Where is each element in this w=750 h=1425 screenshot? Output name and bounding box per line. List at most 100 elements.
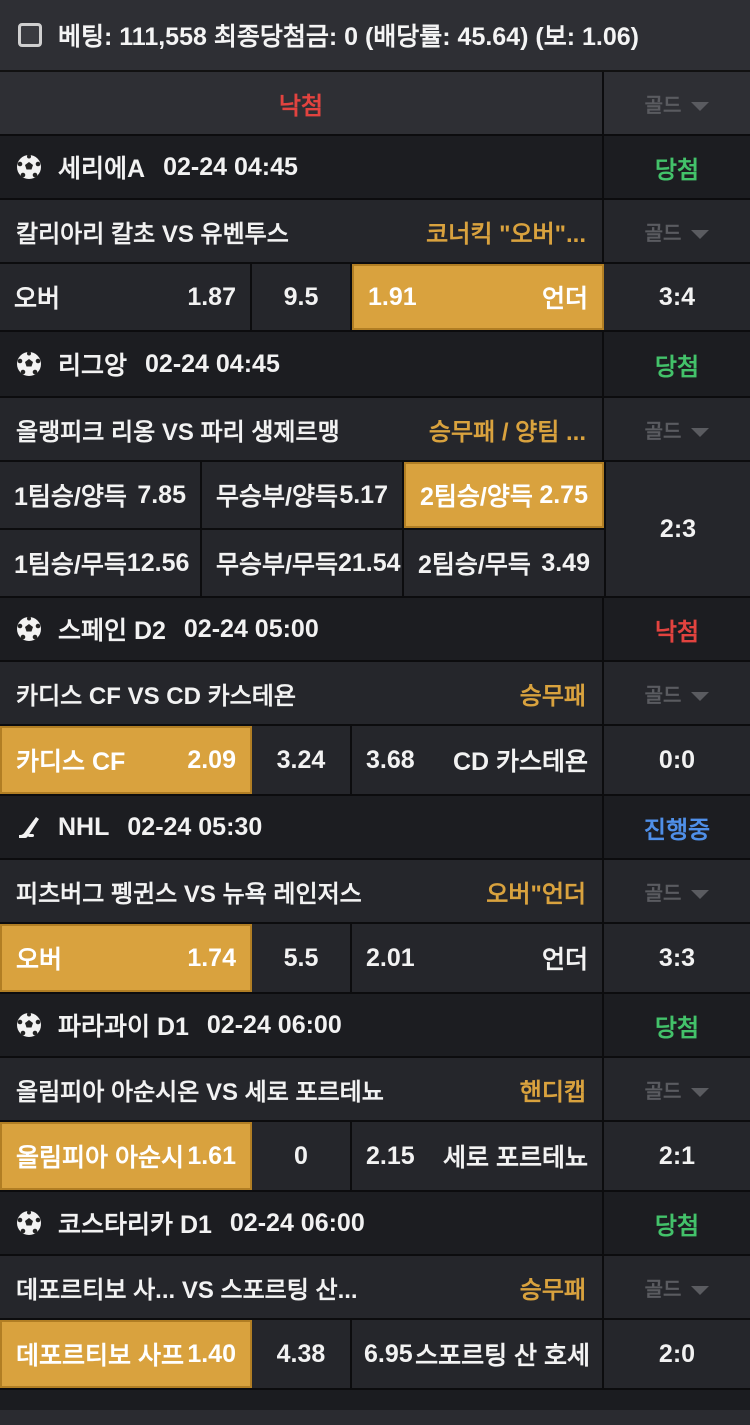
- match-score: 2:3: [604, 462, 750, 596]
- gold-dropdown[interactable]: 골드: [604, 860, 750, 922]
- match-score: 2:1: [604, 1122, 750, 1190]
- odd-left-value: 1.40: [187, 1339, 236, 1368]
- odd-mid-button[interactable]: 3.24: [252, 726, 352, 794]
- odd-mid-value: 9.5: [283, 282, 319, 311]
- league-row: 파라과이 D1 02-24 06:00 당첨: [0, 994, 750, 1058]
- odd-label: 2팀승/무득: [418, 551, 531, 579]
- odd-mid-button[interactable]: 5.5: [252, 924, 352, 992]
- odd-right-label: 스포르팅 산 호세: [415, 1342, 590, 1370]
- odd-left-label: 오버: [16, 946, 63, 974]
- bet-summary-text: 베팅: 111,558 최종당첨금: 0 (배당률: 45.64) (보: 1.…: [58, 23, 639, 51]
- odd-right-button[interactable]: 1.91 언더: [352, 264, 604, 330]
- odd-label: 무승부/양득: [216, 483, 338, 511]
- odds-grid-body: 1팀승/양득 7.85 무승부/양득 5.17 2팀승/양득 2.75 1팀승/…: [0, 462, 604, 596]
- hockey-stick-icon: [19, 817, 39, 838]
- match-row: 데포르티보 사... VS 스포르팅 산... 승무패 골드: [0, 1256, 750, 1320]
- status-badge: 낙첨: [604, 598, 750, 660]
- match-info: 올림피아 아순시온 VS 세로 포르테뇨 핸디캡: [0, 1058, 604, 1120]
- match-row: 올림피아 아순시온 VS 세로 포르테뇨 핸디캡 골드: [0, 1058, 750, 1122]
- match-teams: 데포르티보 사... VS 스포르팅 산...: [16, 1276, 358, 1304]
- league-info: 리그앙 02-24 04:45: [0, 332, 604, 396]
- league-row: 코스타리카 D1 02-24 06:00 당첨: [0, 1192, 750, 1256]
- match-time: 02-24 05:00: [183, 614, 319, 643]
- odds-row: 카디스 CF 2.09 3.24 3.68 CD 카스테욘 0:0: [0, 726, 750, 796]
- bet-summary-header: 베팅: 111,558 최종당첨금: 0 (배당률: 45.64) (보: 1.…: [0, 0, 750, 72]
- status-badge: 당첨: [604, 994, 750, 1056]
- chevron-down-icon: [691, 229, 710, 239]
- chevron-down-icon: [691, 427, 710, 437]
- bottom-bar: [0, 1410, 750, 1425]
- odd-right-button[interactable]: 2.15 세로 포르테뇨: [352, 1122, 604, 1190]
- bet-type: 승무패 / 양팀 ...: [428, 418, 586, 446]
- gold-dropdown[interactable]: 골드: [604, 72, 750, 134]
- odd-button[interactable]: 2팀승/무득 3.49: [404, 530, 604, 596]
- odd-left-label: 오버: [14, 285, 61, 313]
- bet-type: 오버"언더: [486, 880, 586, 908]
- match-teams: 피츠버그 펭귄스 VS 뉴욕 레인저스: [16, 880, 362, 908]
- league-info: NHL 02-24 05:30: [0, 796, 604, 858]
- odd-button[interactable]: 무승부/양득 5.17: [202, 462, 404, 528]
- gold-dropdown[interactable]: 골드: [604, 662, 750, 724]
- odd-left-value: 1.87: [187, 282, 236, 311]
- odd-button-selected[interactable]: 2팀승/양득 2.75: [404, 462, 604, 528]
- status-badge: 진행중: [604, 796, 750, 858]
- odd-button[interactable]: 무승부/무득 21.54: [202, 530, 404, 596]
- odd-right-button[interactable]: 3.68 CD 카스테욘: [352, 726, 604, 794]
- odd-right-button[interactable]: 6.95 스포르팅 산 호세: [352, 1320, 604, 1388]
- odd-right-label: 세로 포르테뇨: [443, 1144, 588, 1172]
- match-time: 02-24 06:00: [229, 1208, 365, 1237]
- odd-button[interactable]: 1팀승/양득 7.85: [0, 462, 202, 528]
- match-teams: 올랭피크 리옹 VS 파리 생제르맹: [16, 418, 340, 446]
- bet-type: 승무패: [519, 682, 586, 710]
- gold-dropdown[interactable]: 골드: [604, 1058, 750, 1120]
- odd-mid-button[interactable]: 9.5: [252, 264, 352, 330]
- match-teams: 올림피아 아순시온 VS 세로 포르테뇨: [16, 1078, 384, 1106]
- odd-mid-button[interactable]: 0: [252, 1122, 352, 1190]
- league-info: 코스타리카 D1 02-24 06:00: [0, 1192, 604, 1254]
- gold-dropdown[interactable]: 골드: [604, 1256, 750, 1318]
- odd-right-button[interactable]: 2.01 언더: [352, 924, 604, 992]
- league-row: 스페인 D2 02-24 05:00 낙첨: [0, 598, 750, 662]
- match-score: 2:0: [604, 1320, 750, 1388]
- odd-mid-value: 3.24: [276, 745, 326, 774]
- soccer-ball-icon: [17, 1012, 41, 1037]
- odd-label: 무승부/무득: [216, 551, 338, 579]
- soccer-ball-icon: [17, 154, 41, 179]
- league-row: 리그앙 02-24 04:45 당첨: [0, 332, 750, 398]
- overall-result-cell: 낙첨: [0, 72, 604, 134]
- gold-dropdown[interactable]: 골드: [604, 398, 750, 460]
- odd-right-label: CD 카스테욘: [452, 748, 588, 776]
- odd-left-button[interactable]: 카디스 CF 2.09: [0, 726, 252, 794]
- chevron-down-icon: [691, 1087, 710, 1097]
- odd-mid-button[interactable]: 4.38: [252, 1320, 352, 1388]
- league-row: NHL 02-24 05:30 진행중: [0, 796, 750, 860]
- select-checkbox[interactable]: [18, 23, 42, 47]
- soccer-ball-icon: [17, 351, 41, 376]
- odd-mid-value: 4.38: [276, 1339, 326, 1368]
- league-row: 세리에A 02-24 04:45 당첨: [0, 136, 750, 200]
- bet-type: 핸디캡: [519, 1078, 586, 1106]
- bet-type: 코너킥 "오버"...: [426, 220, 586, 248]
- odd-right-value: 2.15: [366, 1141, 415, 1170]
- odd-label: 1팀승/양득: [14, 483, 127, 511]
- odd-left-button[interactable]: 데포르티보 사프 1.40: [0, 1320, 252, 1388]
- match-row: 카디스 CF VS CD 카스테욘 승무패 골드: [0, 662, 750, 726]
- odd-left-button[interactable]: 오버 1.74: [0, 924, 252, 992]
- soccer-ball-icon: [17, 616, 41, 641]
- match-time: 02-24 06:00: [206, 1010, 342, 1039]
- match-score: 0:0: [604, 726, 750, 794]
- gold-dropdown[interactable]: 골드: [604, 200, 750, 262]
- odd-left-label: 올림피아 아순시: [16, 1144, 184, 1172]
- odd-left-button[interactable]: 오버 1.87: [0, 264, 252, 330]
- league-info: 파라과이 D1 02-24 06:00: [0, 994, 604, 1056]
- odd-left-button[interactable]: 올림피아 아순시 1.61: [0, 1122, 252, 1190]
- odd-value: 12.56: [126, 548, 190, 577]
- odd-right-label: 언더: [541, 946, 588, 974]
- chevron-down-icon: [691, 889, 710, 899]
- match-row: 칼리아리 칼초 VS 유벤투스 코너킥 "오버"... 골드: [0, 200, 750, 264]
- league-info: 세리에A 02-24 04:45: [0, 136, 604, 198]
- bet-type: 승무패: [519, 1276, 586, 1304]
- odd-button[interactable]: 1팀승/무득 12.56: [0, 530, 202, 596]
- odd-left-value: 1.61: [187, 1141, 236, 1170]
- odd-value: 3.49: [541, 548, 590, 577]
